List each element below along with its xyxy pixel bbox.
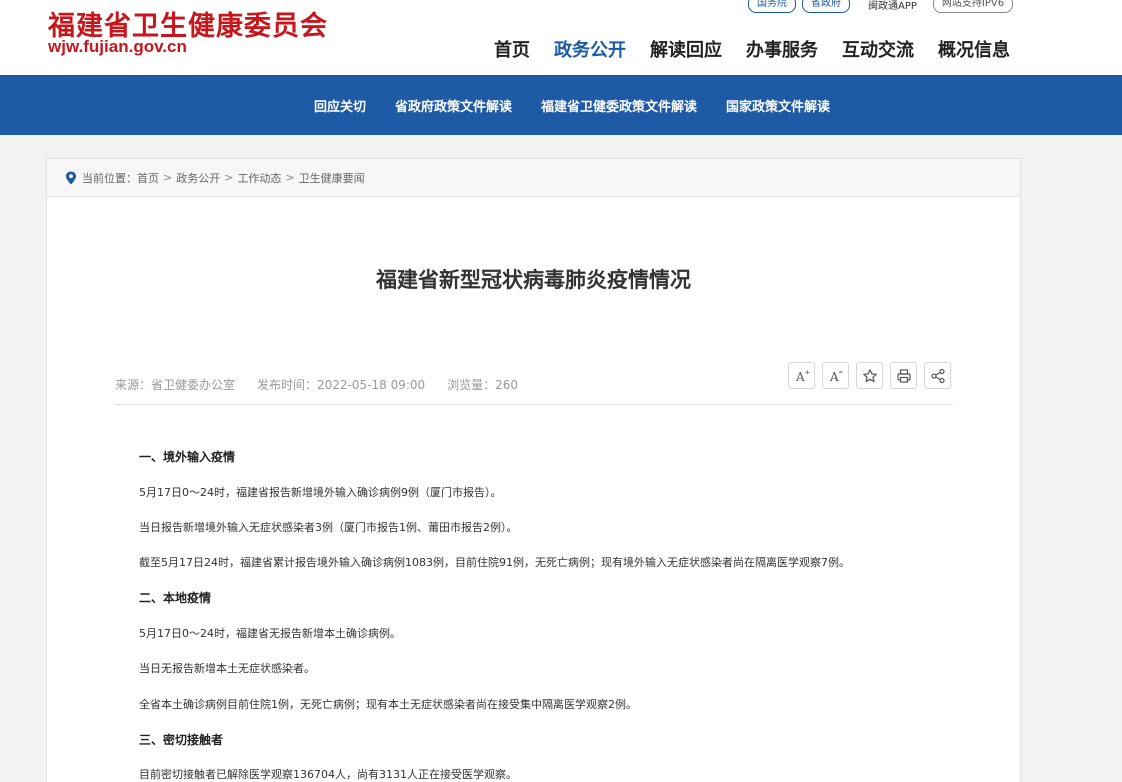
location-pin-icon: [66, 171, 76, 184]
site-domain[interactable]: wjw.fujian.gov.cn: [48, 37, 187, 57]
nav-interaction[interactable]: 互动交流: [842, 36, 914, 62]
breadcrumb-health-news[interactable]: 卫生健康要闻: [299, 170, 365, 186]
section-heading: 三、密切接触者: [139, 733, 224, 747]
article-views: 浏览量：260: [447, 378, 519, 392]
breadcrumb: 当前位置： 首页 > 政务公开 > 工作动态 > 卫生健康要闻: [47, 159, 1020, 197]
meta-divider: [115, 404, 953, 405]
breadcrumb-work-news[interactable]: 工作动态: [237, 170, 281, 186]
breadcrumb-home[interactable]: 首页: [137, 170, 159, 186]
guowuyuan-link[interactable]: 国务院: [748, 0, 796, 13]
nav-government-affairs[interactable]: 政务公开: [554, 36, 626, 62]
nav-interpretation[interactable]: 解读回应: [650, 36, 722, 62]
subnav-response[interactable]: 回应关切: [314, 96, 366, 115]
star-icon: [862, 368, 877, 382]
article-title: 福建省新型冠状病毒肺炎疫情情况: [376, 268, 691, 292]
breadcrumb-separator: >: [163, 171, 173, 184]
article-paragraph: 当日报告新增境外输入无症状感染者3例（厦门市报告1例、莆田市报告2例）。: [139, 521, 518, 534]
breadcrumb-prefix: 当前位置：: [82, 171, 137, 185]
svg-text:+: +: [804, 368, 810, 376]
subnav-national-policy[interactable]: 国家政策文件解读: [726, 96, 830, 115]
subnav-provincial-policy[interactable]: 省政府政策文件解读: [395, 96, 512, 115]
svg-text:A: A: [829, 370, 839, 384]
section-heading: 一、境外输入疫情: [139, 450, 236, 464]
shengzhengfu-link[interactable]: 省政府: [802, 0, 850, 13]
font-decrease-icon: A: [829, 370, 842, 384]
section-heading: 二、本地疫情: [139, 591, 212, 605]
font-decrease-button[interactable]: A: [822, 362, 849, 389]
article-tools: A + A: [788, 362, 958, 389]
breadcrumb-government-affairs[interactable]: 政务公开: [176, 170, 220, 186]
article-container: 当前位置： 首页 > 政务公开 > 工作动态 > 卫生健康要闻 福建省新型冠状病…: [46, 158, 1021, 782]
print-button[interactable]: [890, 362, 917, 389]
print-icon: [896, 368, 911, 383]
top-links: 国务院 省政府 闽政通APP 网站支持IPV6: [748, 0, 1019, 14]
breadcrumb-separator: >: [285, 171, 295, 184]
article-source: 来源：省卫健委办公室: [115, 378, 236, 392]
font-increase-icon: A +: [795, 368, 810, 384]
nav-overview[interactable]: 概况信息: [938, 36, 1010, 62]
ipv6-badge[interactable]: 网站支持IPV6: [932, 0, 1014, 13]
article-meta: 来源：省卫健委办公室 发布时间：2022-05-18 09:00 浏览量：260: [115, 376, 540, 393]
breadcrumb-separator: >: [224, 171, 234, 184]
subnav-health-commission-policy[interactable]: 福建省卫健委政策文件解读: [541, 96, 697, 115]
site-header: 福建省卫生健康委员会 wjw.fujian.gov.cn 国务院 省政府 闽政通…: [0, 0, 1122, 75]
app-link[interactable]: 闽政通APP: [868, 0, 917, 12]
svg-text:A: A: [795, 370, 805, 384]
article-paragraph: 目前密切接触者已解除医学观察136704人，尚有3131人正在接受医学观察。: [139, 768, 517, 781]
article-paragraph: 全省本土确诊病例目前住院1例，无死亡病例；现有本土无症状感染者尚在接受集中隔离医…: [139, 698, 637, 711]
article-paragraph: 5月17日0～24时，福建省报告新增境外输入确诊病例9例（厦门市报告）。: [139, 486, 502, 499]
article-paragraph: 截至5月17日24时，福建省累计报告境外输入确诊病例1083例，目前住院91例，…: [139, 556, 850, 569]
favorite-button[interactable]: [856, 362, 883, 389]
article-publish-time: 发布时间：2022-05-18 09:00: [257, 378, 426, 392]
article-paragraph: 当日无报告新增本土无症状感染者。: [139, 662, 315, 675]
share-button[interactable]: [924, 362, 951, 389]
font-increase-button[interactable]: A +: [788, 362, 815, 389]
article-paragraph: 5月17日0～24时，福建省无报告新增本土确诊病例。: [139, 627, 401, 640]
share-icon: [930, 368, 945, 383]
main-nav: 首页 政务公开 解读回应 办事服务 互动交流 概况信息: [494, 36, 1034, 62]
nav-services[interactable]: 办事服务: [746, 36, 818, 62]
nav-home[interactable]: 首页: [494, 36, 530, 62]
sub-nav: 回应关切 省政府政策文件解读 福建省卫健委政策文件解读 国家政策文件解读: [0, 75, 1122, 135]
